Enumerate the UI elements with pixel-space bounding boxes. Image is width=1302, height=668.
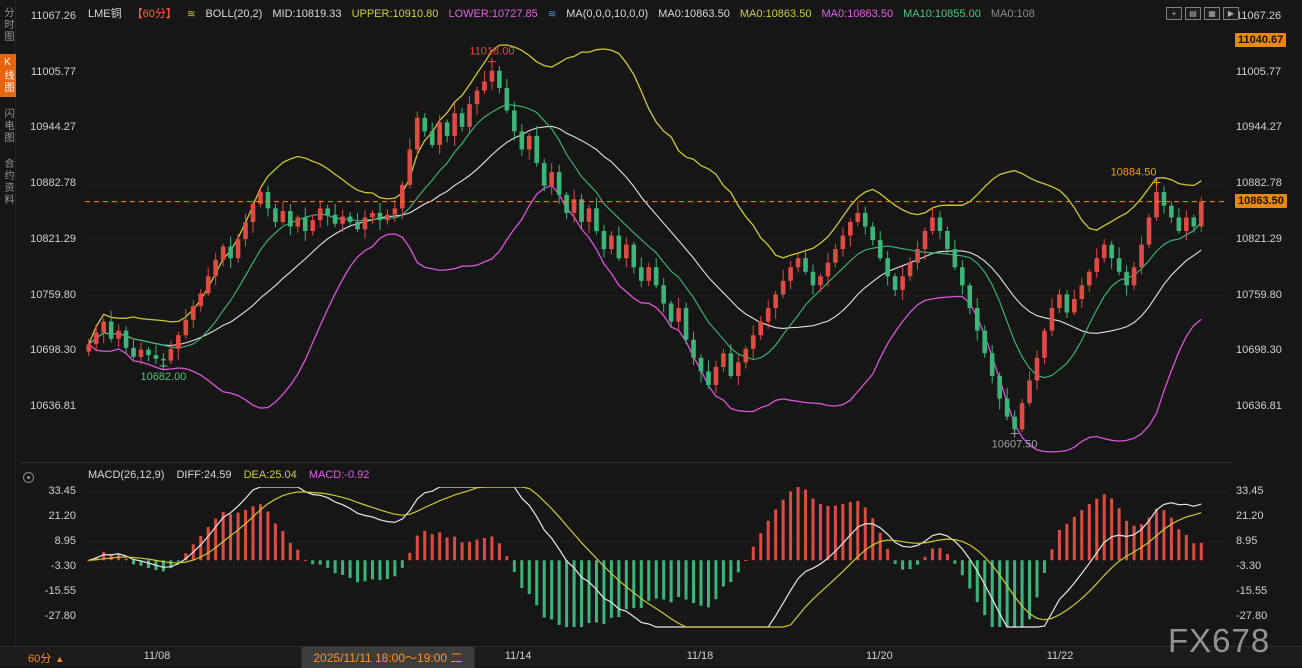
boll-upper-value: UPPER:10910.80 <box>352 8 439 20</box>
macd-tick-label: -27.80 <box>16 610 80 622</box>
price-tick-label: 10944.27 <box>1236 121 1300 133</box>
session-high-badge: 11040.67 <box>1235 33 1286 47</box>
ma0-white-value: MA0:10863.50 <box>658 8 730 20</box>
macd-tick-label: 8.95 <box>1236 535 1300 547</box>
macd-tick-label: -3.30 <box>1236 560 1300 572</box>
macd-tick-label: 21.20 <box>1236 510 1300 522</box>
price-axis-left: 11067.26 11005.77 10944.27 10882.78 10821.29… <box>16 0 80 652</box>
add-panel-icon[interactable]: + <box>1166 7 1182 20</box>
window-layout-icons: + ▤ ▦ ▶ <box>1166 7 1239 20</box>
timeframe-selector[interactable]: 60分 ▲ <box>28 650 64 666</box>
macd-tick-label: -27.80 <box>1236 610 1300 622</box>
price-tick-label: 10821.29 <box>1236 233 1300 245</box>
price-tick-label: 10759.80 <box>16 289 80 301</box>
panel-divider <box>20 462 1232 463</box>
dea-line <box>89 487 1202 627</box>
ma-truncated-value: MA0:108 <box>991 8 1035 20</box>
price-tick-label: 10944.27 <box>16 121 80 133</box>
macd-title: MACD(26,12,9) <box>88 469 164 481</box>
candles-layer <box>86 62 1203 434</box>
date-tick-label: 11/08 <box>144 650 171 662</box>
boll-lower-line <box>89 185 1202 452</box>
price-tick-label: 10882.78 <box>1236 177 1300 189</box>
macd-tick-label: 33.45 <box>1236 485 1300 497</box>
left-tab-bar: 分时图 K线图 闪电图 合约资料 <box>0 0 16 665</box>
price-tick-label: 10698.30 <box>1236 344 1300 356</box>
macd-tick-label: -3.30 <box>16 560 80 572</box>
macd-tick-label: -15.55 <box>1236 585 1300 597</box>
price-tick-label: 10636.81 <box>16 400 80 412</box>
grid-layout-icon[interactable]: ▤ <box>1185 7 1201 20</box>
macd-tick-label: 21.20 <box>16 510 80 522</box>
date-tick-label: 11/22 <box>1047 650 1074 662</box>
sidebar-item-time-chart[interactable]: 分时图 <box>0 4 16 46</box>
price-axis-right: 11067.26 11005.77 10944.27 10882.78 10821.29… <box>1236 0 1300 652</box>
macd-legend-bar: MACD(26,12,9) DIFF:24.59 DEA:25.04 MACD:… <box>88 469 378 481</box>
date-tick-label: 11/18 <box>687 650 714 662</box>
timeframe-value: 60分 <box>28 653 51 665</box>
macd-tick-label: 8.95 <box>16 535 80 547</box>
sidebar-item-kline-chart[interactable]: K线图 <box>0 54 16 97</box>
ma-group-label: MA(0,0,0,10,0,0) <box>566 8 648 20</box>
price-tick-label: 10759.80 <box>1236 289 1300 301</box>
price-annotation: 10607.50 <box>992 438 1038 450</box>
macd-chart[interactable] <box>85 487 1228 628</box>
price-annotation: 11018.00 <box>469 46 514 58</box>
symbol-name: LME铜 <box>88 8 122 20</box>
macd-macd-value: MACD:-0.92 <box>309 469 370 481</box>
ma10-line <box>89 104 1202 377</box>
price-tick-label: 11005.77 <box>1236 66 1300 78</box>
price-tick-label: 11067.26 <box>16 10 80 22</box>
price-tick-label: 11067.26 <box>1236 10 1300 22</box>
candlestick-chart[interactable]: 11018.00 10682.00 10884.50 10607.50 <box>85 8 1228 460</box>
boll-label: BOLL(20,2) <box>205 8 262 20</box>
boll-mid-line <box>89 126 1202 345</box>
price-tick-label: 10698.30 <box>16 344 80 356</box>
trading-app-window: 分时图 K线图 闪电图 合约资料 LME铜 【60分】 ≋ BOLL(20,2)… <box>0 0 1302 665</box>
sidebar-item-lightning-chart[interactable]: 闪电图 <box>0 105 16 147</box>
macd-dea-value: DEA:25.04 <box>244 469 297 481</box>
ma0-magenta-value: MA0:10863.50 <box>822 8 894 20</box>
macd-tick-label: 33.45 <box>16 485 80 497</box>
macd-histogram <box>87 487 1203 627</box>
price-tick-label: 11005.77 <box>16 66 80 78</box>
expand-panel-icon[interactable]: ▶ <box>1223 7 1239 20</box>
timeframe-arrow-icon: ▲ <box>55 654 64 664</box>
price-tick-label: 10821.29 <box>16 233 80 245</box>
timeframe-label: 【60分】 <box>132 8 177 20</box>
boll-mid-value: MID:10819.33 <box>272 8 341 20</box>
macd-panel-toggle-icon[interactable] <box>23 472 34 483</box>
diff-line <box>89 487 1202 627</box>
macd-tick-label: -15.55 <box>16 585 80 597</box>
ma-settings-icon[interactable]: ≋ <box>548 9 556 20</box>
grid-lines <box>85 17 1228 407</box>
date-tick-label: 11/14 <box>505 650 532 662</box>
boll-upper-line <box>89 45 1202 344</box>
ma0-yellow-value: MA0:10863.50 <box>740 8 812 20</box>
price-tick-label: 10636.81 <box>1236 400 1300 412</box>
time-axis-bar: 60分▲ 11/0811/1411/1811/2011/22 2025/11/1… <box>0 646 1302 666</box>
price-annotation: 10884.50 <box>1111 167 1157 179</box>
macd-diff-value: DIFF:24.59 <box>176 469 231 481</box>
sidebar-item-contract-info[interactable]: 合约资料 <box>0 155 16 209</box>
price-annotation: 10682.00 <box>140 371 186 383</box>
boll-lower-value: LOWER:10727.85 <box>448 8 537 20</box>
split-layout-icon[interactable]: ▦ <box>1204 7 1220 20</box>
indicator-legend-bar: LME铜 【60分】 ≋ BOLL(20,2) MID:10819.33 UPP… <box>88 5 1042 21</box>
boll-settings-icon[interactable]: ≋ <box>187 9 195 20</box>
ma10-green-value: MA10:10855.00 <box>903 8 981 20</box>
last-price-badge: 10863.50 <box>1235 194 1287 208</box>
price-tick-label: 10882.78 <box>16 177 80 189</box>
fx678-watermark: FX678 <box>1168 622 1270 660</box>
date-tick-label: 11/20 <box>866 650 893 662</box>
